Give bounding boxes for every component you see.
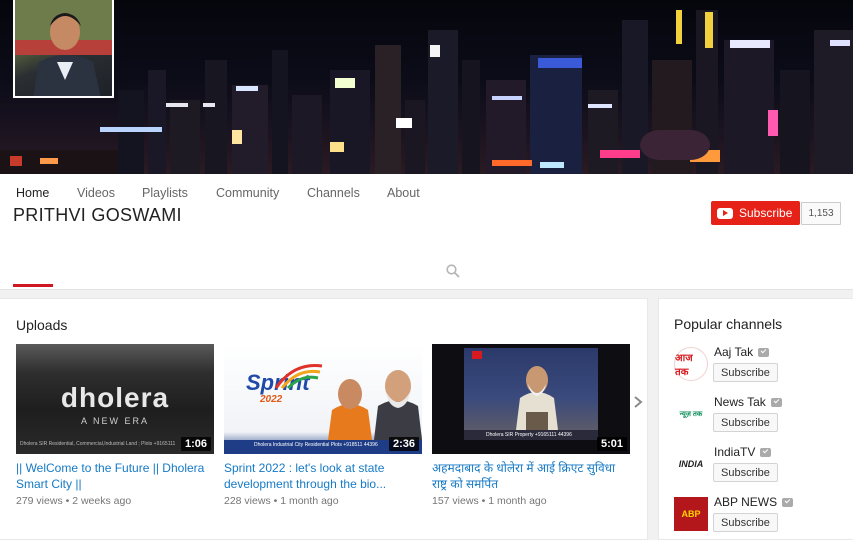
video-title[interactable]: Sprint 2022 : let's look at state develo…	[224, 460, 422, 492]
video-age: 1 month ago	[280, 495, 339, 507]
avatar-portrait	[15, 0, 112, 96]
popular-channel-item: INDIA IndiaTV Subscribe	[674, 445, 853, 485]
subscribe-button[interactable]: Subscribe	[713, 463, 778, 482]
popular-channel-item: न्यूज़ तक News Tak Subscribe	[674, 395, 853, 435]
chevron-right-icon[interactable]	[632, 395, 644, 409]
video-meta: 228 views • 1 month ago	[224, 495, 422, 507]
thumbnail-swoosh-art	[274, 363, 323, 390]
channel-logo[interactable]: न्यूज़ तक	[674, 397, 708, 431]
uploads-section: Uploads dholera A NEW ERA Dholera SIR Re…	[0, 298, 648, 540]
subscribe-button[interactable]: Subscribe	[713, 363, 778, 382]
video-duration: 5:01	[596, 437, 627, 451]
tab-videos[interactable]: Videos	[77, 180, 115, 210]
channel-name-link[interactable]: ABP NEWS	[714, 495, 794, 509]
video-thumbnail[interactable]: dholera A NEW ERA Dholera SIR Residentia…	[16, 344, 214, 454]
video-title[interactable]: || WelCome to the Future || Dholera Smar…	[16, 460, 214, 492]
channel-name-link[interactable]: Aaj Tak	[714, 345, 770, 359]
subscriber-count: 1,153	[801, 202, 841, 225]
thumbnail-portraits	[328, 370, 422, 440]
video-views: 157 views	[432, 495, 479, 507]
channel-name-link[interactable]: News Tak	[714, 395, 782, 409]
channel-avatar[interactable]	[13, 0, 114, 98]
video-meta: 157 views • 1 month ago	[432, 495, 630, 507]
verified-check-icon	[758, 348, 770, 358]
video-card[interactable]: dholera A NEW ERA Dholera SIR Residentia…	[16, 344, 214, 507]
video-card[interactable]: Dholera SIR Property +9165111 44396 5:01…	[432, 344, 630, 507]
uploads-title: Uploads	[16, 317, 68, 333]
thumbnail-caption: Dholera SIR Residential, Commercial,Indu…	[20, 441, 176, 447]
subscribe-button[interactable]: Subscribe	[713, 413, 778, 432]
video-thumbnail[interactable]: Dholera SIR Property +9165111 44396 5:01	[432, 344, 630, 454]
channel-logo[interactable]: INDIA	[674, 447, 708, 481]
video-meta: 279 views • 2 weeks ago	[16, 495, 214, 507]
channel-page: PRITHVI GOSWAMI Subscribe 1,153 Home Vid…	[0, 0, 853, 540]
channel-header: PRITHVI GOSWAMI Subscribe 1,153 Home Vid…	[0, 174, 853, 290]
thumbnail-speaker	[516, 366, 558, 430]
channel-logo[interactable]: आज तक	[674, 347, 708, 381]
popular-channels-title: Popular channels	[674, 316, 783, 332]
video-age: 2 weeks ago	[72, 495, 132, 507]
subscribe-button[interactable]: Subscribe	[711, 201, 800, 225]
subscribe-label: Subscribe	[739, 206, 793, 220]
video-age: 1 month ago	[488, 495, 547, 507]
video-thumbnail[interactable]: Sprint 2022 Dholera Industrial City Resi…	[224, 344, 422, 454]
tab-playlists[interactable]: Playlists	[142, 180, 188, 210]
youtube-play-icon	[717, 207, 733, 219]
subscribe-button[interactable]: Subscribe	[713, 513, 778, 532]
thumbnail-logo-text: dholera	[60, 382, 170, 413]
thumbnail-tagline: 2022	[260, 394, 283, 405]
channel-name-link[interactable]: IndiaTV	[714, 445, 772, 459]
channel-name: IndiaTV	[714, 445, 756, 459]
tab-channels[interactable]: Channels	[307, 180, 360, 210]
thumbnail-channel-logo	[472, 351, 482, 359]
tab-about[interactable]: About	[387, 180, 420, 210]
tab-community[interactable]: Community	[216, 180, 279, 210]
channel-name: Aaj Tak	[714, 345, 754, 359]
video-title[interactable]: अहमदाबाद के धोलेरा में आई क्रिएट सुविधा …	[432, 460, 630, 492]
channel-banner	[0, 0, 853, 174]
tab-home[interactable]: Home	[16, 180, 49, 210]
verified-check-icon	[770, 398, 782, 408]
verified-check-icon	[782, 498, 794, 508]
thumbnail-light-panel	[16, 344, 214, 374]
video-views: 228 views	[224, 495, 271, 507]
verified-check-icon	[760, 448, 772, 458]
channel-logo[interactable]: ABP	[674, 497, 708, 531]
channel-name: News Tak	[714, 395, 766, 409]
video-duration: 2:36	[388, 437, 419, 451]
thumbnail-tagline: A NEW ERA	[80, 416, 149, 426]
video-views: 279 views	[16, 495, 63, 507]
video-duration: 1:06	[180, 437, 211, 451]
channel-name: ABP NEWS	[714, 495, 778, 509]
active-tab-indicator	[13, 284, 53, 287]
popular-channels-section: Popular channels आज तक Aaj Tak Subscribe…	[658, 298, 853, 540]
city-skyline-art	[0, 10, 853, 174]
search-icon[interactable]	[446, 264, 460, 278]
popular-channel-item: ABP ABP NEWS Subscribe	[674, 495, 853, 535]
popular-channel-item: आज तक Aaj Tak Subscribe	[674, 345, 853, 385]
thumbnail-caption: Dholera SIR Property +9165111 44396	[464, 430, 598, 440]
video-card[interactable]: Sprint 2022 Dholera Industrial City Resi…	[224, 344, 422, 507]
